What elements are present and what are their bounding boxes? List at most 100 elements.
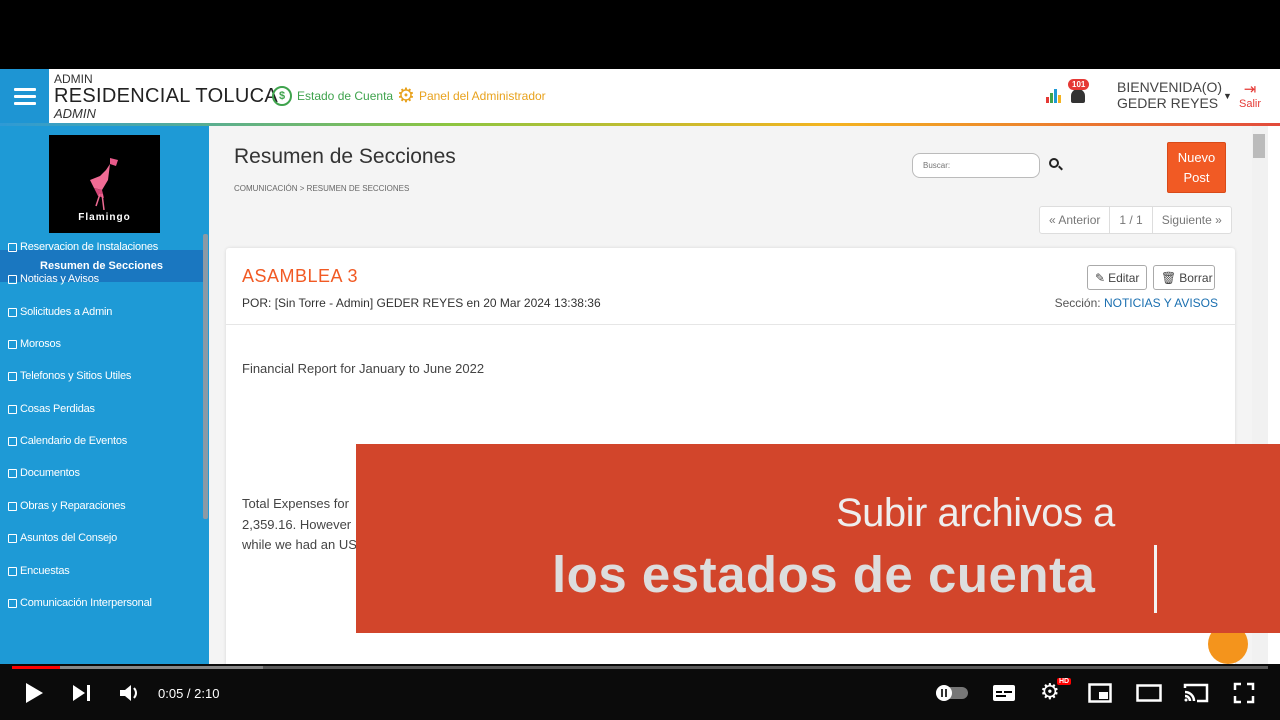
bar-chart-icon [1046,89,1061,103]
logo-text: Flamingo [78,212,131,223]
sidebar-item-label: Noticias y Avisos [20,273,99,285]
hamburger-menu-button[interactable] [0,69,49,124]
gears-icon: ⚙ [397,85,415,107]
body-line: 2,359.16. However [242,516,352,532]
body-line: Total Expenses for [242,496,349,511]
overlay-cursor-bar [1154,545,1157,613]
menu-bar [13,102,36,105]
delete-label: Borrar [1179,270,1213,285]
logout-button[interactable]: ⇥ Salir [1237,81,1263,110]
search-icon-handle [1058,165,1063,171]
progress-bar[interactable] [12,666,1268,669]
sidebar-item[interactable]: Comunicación Interpersonal [8,597,152,609]
sidebar-item[interactable]: Cosas Perdidas [8,403,95,415]
breadcrumb: COMUNICACIÓN > RESUMEN DE SECCIONES [234,184,410,193]
card-divider [226,324,1235,325]
page-scrollbar-thumb[interactable] [1253,134,1265,158]
role-label: ADMIN [54,72,93,86]
sidebar-item-label: Solicitudes a Admin [20,306,113,318]
logout-label: Salir [1238,98,1261,110]
new-post-label-line2: Post [1183,169,1210,185]
prev-page-button[interactable]: « Anterior [1040,207,1111,233]
square-icon [8,371,17,381]
sidebar-item-label: Calendario de Eventos [20,435,128,447]
sidebar-item-label: Comunicación Interpersonal [20,597,152,609]
volume-icon[interactable] [118,682,142,704]
estado-de-cuenta-label: Estado de Cuenta [297,89,394,103]
sidebar-item[interactable]: Morosos [8,338,61,350]
sidebar-scrollbar[interactable] [203,234,208,519]
post-body-paragraph: Total Expenses for 2,359.16. However whi… [242,494,357,556]
panel-administrador-label: Panel del Administrador [418,89,546,103]
search-button[interactable] [1047,156,1063,174]
stack-icon [8,307,17,317]
cast-icon[interactable] [1183,682,1209,704]
body-line: while we had an US [242,537,357,552]
sidebar-item[interactable]: Encuestas [8,565,70,577]
sidebar-item[interactable]: Documentos [8,467,80,479]
post-meta: POR: [Sin Torre - Admin] GEDER REYES en … [242,296,601,310]
role-subtitle: ADMIN [54,106,96,121]
time-display: 0:05 / 2:10 [158,686,220,701]
video-player: { "topbar": { "role_small": "ADMIN", "si… [0,0,1280,720]
new-post-label-line1: Nuevo [1177,149,1216,165]
calendar-icon [8,242,17,252]
sign-out-icon: ⇥ [1243,81,1257,98]
next-icon[interactable] [71,682,93,704]
author-label: POR: [242,296,272,310]
sidebar-item-label: Obras y Reparaciones [20,500,126,512]
overlay-line-2: los estados de cuenta [552,546,1096,603]
wrench-icon [8,501,17,511]
sidebar-item[interactable]: Telefonos y Sitios Utiles [8,370,131,382]
delete-button[interactable]: 🗑 Borrar [1153,265,1215,290]
fullscreen-icon[interactable] [1233,682,1255,704]
sidebar-item[interactable]: Reservacion de Instalaciones [8,241,158,253]
user-menu[interactable]: BIENVENIDA(O) GEDER REYES [1117,79,1222,111]
next-page-button[interactable]: Siguiente » [1153,207,1231,233]
flamingo-logo: Flamingo [49,135,160,233]
edit-button[interactable]: ✎ Editar [1087,265,1147,290]
menu-bar [13,88,36,91]
sidebar-item-label: Morosos [20,338,61,350]
play-icon[interactable] [24,682,44,704]
played-bar [12,666,60,669]
site-name[interactable]: RESIDENCIAL TOLUCA [54,85,278,108]
sidebar-item[interactable]: Noticias y Avisos [8,273,99,285]
sidebar-item-label: Encuestas [20,565,70,577]
post-date: en 20 Mar 2024 13:38:36 [466,296,601,310]
post-title[interactable]: ASAMBLEA 3 [242,266,358,287]
welcome-label: BIENVENIDA(O) [1117,79,1223,95]
overlay-line-1: Subir archivos a [836,491,1115,535]
square-icon [8,274,17,284]
section-link[interactable]: NOTICIAS Y AVISOS [1104,296,1218,310]
page-title: Resumen de Secciones [234,145,456,168]
bell-icon [1071,89,1085,103]
edit-label: Editar [1108,270,1140,285]
flamingo-icon [89,158,118,210]
notifications-button[interactable]: 101 [1046,79,1094,111]
caret-down-icon[interactable]: ▼ [1223,91,1232,101]
section-label: Sección: [1054,296,1101,310]
miniplayer-icon[interactable] [1088,683,1112,703]
sidebar-item-label: Documentos [20,467,80,479]
theater-mode-icon[interactable] [1136,684,1162,702]
autoplay-toggle-icon[interactable] [935,684,969,702]
sidebar-item[interactable]: Calendario de Eventos [8,435,127,447]
panel-administrador-link[interactable]: ⚙ Panel del Administrador [397,86,546,106]
pencil-icon: ✎ [1095,270,1106,285]
subtitles-icon[interactable] [992,682,1016,704]
notification-badge: 101 [1068,79,1090,90]
search-input[interactable] [912,153,1040,178]
users-icon [8,533,17,543]
check-square-icon [8,566,17,576]
sidebar-item-label: Cosas Perdidas [20,403,95,415]
post-body-line: Financial Report for January to June 202… [242,361,485,376]
sidebar-item-label: Asuntos del Consejo [20,532,118,544]
sidebar-item[interactable]: Asuntos del Consejo [8,532,117,544]
new-post-button[interactable]: Nuevo Post [1167,142,1226,193]
estado-de-cuenta-link[interactable]: $ Estado de Cuenta [272,86,393,106]
sidebar-item[interactable]: Solicitudes a Admin [8,306,112,318]
sidebar-item-label: Telefonos y Sitios Utiles [20,370,132,382]
sidebar-item[interactable]: Obras y Reparaciones [8,500,126,512]
square-icon [8,468,17,478]
